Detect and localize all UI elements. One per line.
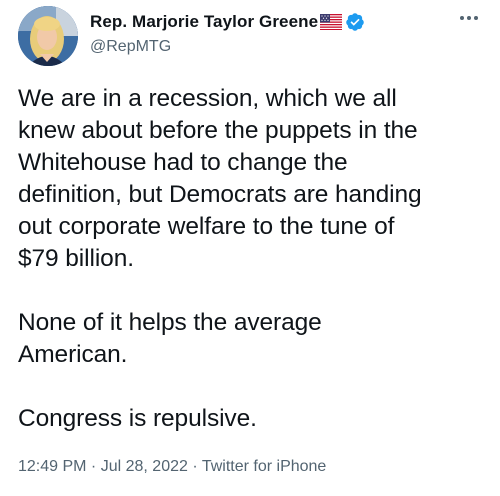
- tweet-date[interactable]: Jul 28, 2022: [101, 458, 188, 475]
- author-identity: Rep. Marjorie Taylor Greene @RepMTG: [90, 10, 365, 56]
- tweet-time[interactable]: 12:49 PM: [18, 458, 86, 475]
- tweet-header: Rep. Marjorie Taylor Greene @RepMTG: [18, 6, 488, 70]
- us-flag-icon: [320, 14, 343, 30]
- tweet-card: Rep. Marjorie Taylor Greene @RepMTG We a…: [0, 0, 500, 496]
- author-avatar[interactable]: [18, 6, 78, 66]
- tweet-meta: 12:49 PM · Jul 28, 2022 · Twitter for iP…: [18, 458, 326, 476]
- author-handle[interactable]: @RepMTG: [90, 38, 365, 56]
- avatar-image: [18, 6, 78, 66]
- meta-separator: ·: [86, 458, 101, 475]
- tweet-text: We are in a recession, which we all knew…: [18, 85, 422, 432]
- meta-separator: ·: [187, 458, 202, 475]
- author-display-name[interactable]: Rep. Marjorie Taylor Greene: [90, 12, 318, 32]
- verified-badge-icon: [345, 12, 365, 32]
- tweet-source[interactable]: Twitter for iPhone: [202, 458, 327, 475]
- name-row: Rep. Marjorie Taylor Greene: [90, 10, 365, 34]
- more-options-icon[interactable]: [456, 8, 482, 28]
